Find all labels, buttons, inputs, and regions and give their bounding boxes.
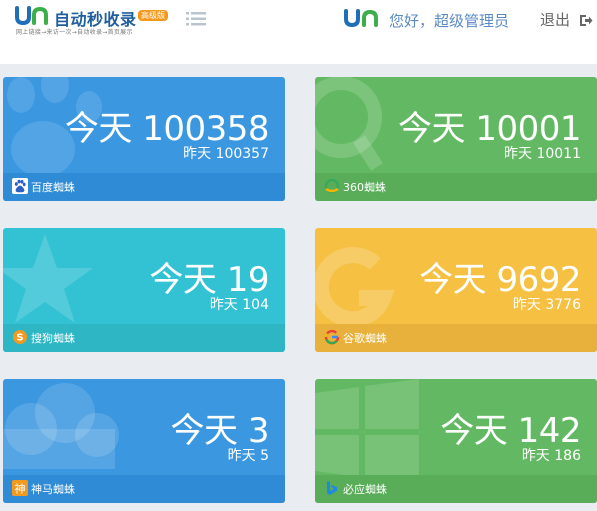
- logo-mark-icon: [15, 6, 48, 26]
- yesterday-count: 昨天 5: [227, 448, 269, 464]
- card-footer: 神 神马蜘蛛: [3, 475, 285, 503]
- card-label: 360蜘蛛: [343, 181, 386, 194]
- card-label: 必应蜘蛛: [343, 483, 387, 496]
- card-label: 谷歌蜘蛛: [343, 332, 387, 345]
- yesterday-count: 昨天 104: [209, 297, 269, 313]
- google-icon: [324, 329, 340, 345]
- stat-card-google[interactable]: 今天 9692 昨天 3776 谷歌蜘蛛: [315, 228, 597, 352]
- stat-card-baidu[interactable]: 今天 100358 昨天 100357 百度蜘蛛: [3, 77, 285, 201]
- stat-card-shenma[interactable]: 今天 3 昨天 5 神 神马蜘蛛: [3, 379, 285, 503]
- stat-card-360[interactable]: 今天 10001 昨天 10011 360蜘蛛: [315, 77, 597, 201]
- logout-icon: [579, 15, 593, 26]
- 360-icon: [324, 178, 340, 194]
- site-logo[interactable]: 自动秒收录 高级版 网上链接→来访一次→自动收录→首页展示: [14, 4, 168, 38]
- logo-slogan: 网上链接→来访一次→自动收录→首页展示: [16, 29, 133, 36]
- svg-text:S: S: [16, 333, 23, 344]
- card-footer: S 搜狗蜘蛛: [3, 324, 285, 352]
- user-logo-icon: [344, 9, 378, 28]
- card-label: 神马蜘蛛: [31, 483, 75, 496]
- yesterday-count: 昨天 186: [521, 448, 581, 464]
- card-label: 搜狗蜘蛛: [31, 332, 75, 345]
- logo-badge: 高级版: [138, 10, 168, 21]
- bing-icon: [327, 481, 337, 495]
- logout-button[interactable]: 退出: [540, 9, 593, 30]
- header-divider: [0, 64, 597, 72]
- user-greeting: 您好，超级管理员: [389, 12, 510, 30]
- card-footer: 必应蜘蛛: [315, 475, 597, 503]
- yesterday-count: 昨天 3776: [512, 297, 581, 313]
- svg-text:神: 神: [15, 482, 26, 496]
- baidu-icon: [12, 178, 28, 194]
- card-label: 百度蜘蛛: [31, 181, 75, 194]
- card-footer: 百度蜘蛛: [3, 173, 285, 201]
- logout-label: 退出: [540, 11, 571, 29]
- shenma-icon: 神: [12, 480, 28, 496]
- stat-card-bing[interactable]: 今天 142 昨天 186 必应蜘蛛: [315, 379, 597, 503]
- stat-card-sogou[interactable]: 今天 19 昨天 104 S 搜狗蜘蛛: [3, 228, 285, 352]
- top-header: 自动秒收录 高级版 网上链接→来访一次→自动收录→首页展示 您好，超级管理员 退…: [0, 0, 597, 64]
- sogou-icon: S: [13, 330, 27, 344]
- menu-list-icon[interactable]: [186, 12, 206, 26]
- yesterday-count: 昨天 100357: [183, 146, 269, 162]
- yesterday-count: 昨天 10011: [504, 146, 581, 162]
- card-footer: 谷歌蜘蛛: [315, 324, 597, 352]
- card-footer: 360蜘蛛: [315, 173, 597, 201]
